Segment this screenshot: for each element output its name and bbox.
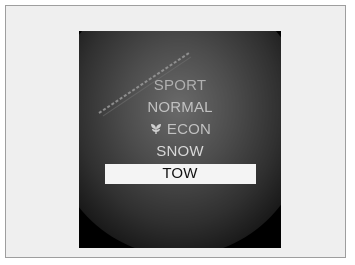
figure-frame: SPORT NORMAL ECON SNOW TOW	[5, 5, 346, 258]
mode-item-normal[interactable]: NORMAL	[79, 97, 281, 119]
drive-mode-list: SPORT NORMAL ECON SNOW TOW	[79, 75, 281, 184]
drive-mode-display: SPORT NORMAL ECON SNOW TOW	[79, 31, 281, 248]
mode-item-tow[interactable]: TOW	[104, 164, 256, 184]
econ-leaf-icon	[150, 123, 161, 134]
mode-label-econ: ECON	[166, 121, 212, 138]
mode-item-sport[interactable]: SPORT	[79, 75, 281, 97]
mode-item-econ[interactable]: ECON	[79, 119, 281, 141]
mode-label-normal: NORMAL	[147, 99, 213, 116]
mode-label-sport: SPORT	[153, 77, 207, 94]
mode-item-snow[interactable]: SNOW	[79, 141, 281, 163]
mode-label-tow: TOW	[162, 165, 198, 182]
mode-label-snow: SNOW	[156, 143, 204, 160]
